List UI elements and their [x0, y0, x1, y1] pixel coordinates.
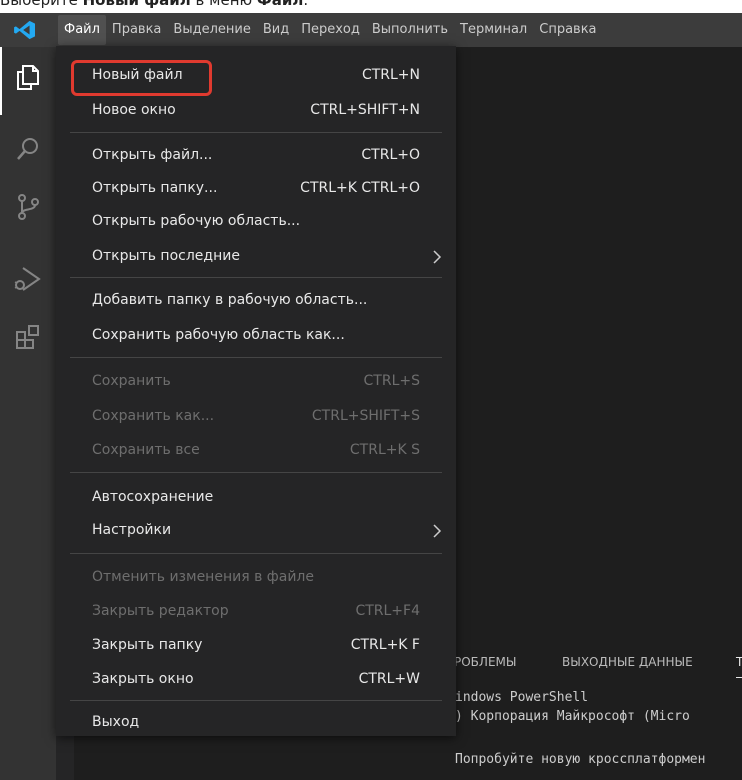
activity-bar	[0, 47, 56, 780]
menu-item-label: Добавить папку в рабочую область...	[92, 292, 368, 308]
menu-file[interactable]: Файл	[58, 15, 106, 45]
menu-item-save[interactable]: Сохранить CTRL+S	[56, 367, 456, 397]
active-view-indicator	[0, 47, 2, 115]
terminal-line-3: Попробуйте новую кроссплатформен	[455, 752, 706, 767]
tab-problems[interactable]: РОБЛЕМЫ	[454, 655, 516, 669]
menu-item-preferences[interactable]: Настройки	[56, 516, 456, 546]
menu-item-label: Открыть файл...	[92, 147, 213, 163]
menu-item-label: Настройки	[92, 522, 172, 538]
menu-item-label: Автосохранение	[92, 489, 214, 505]
menu-selection[interactable]: Выделение	[167, 15, 256, 45]
tab-output[interactable]: ВЫХОДНЫЕ ДАННЫЕ	[562, 655, 693, 669]
menu-separator	[70, 700, 442, 701]
menu-item-label: Открыть папку...	[92, 180, 218, 196]
menu-item-close-folder[interactable]: Закрыть папку CTRL+K F	[56, 631, 456, 661]
menu-view[interactable]: Вид	[257, 15, 295, 45]
explorer-icon[interactable]	[14, 63, 42, 91]
menu-separator	[70, 132, 442, 133]
menu-item-save-as[interactable]: Сохранить как... CTRL+SHIFT+S	[56, 402, 456, 432]
menu-item-label: Отменить изменения в файле	[92, 569, 314, 585]
menu-item-add-folder-to-workspace[interactable]: Добавить папку в рабочую область...	[56, 286, 456, 316]
chevron-right-icon	[433, 524, 442, 538]
terminal-line-1: indows PowerShell	[455, 690, 589, 705]
menu-run[interactable]: Выполнить	[366, 15, 454, 45]
menu-item-shortcut: CTRL+W	[358, 671, 420, 687]
panel-tabs: РОБЛЕМЫ ВЫХОДНЫЕ ДАННЫЕ Т	[454, 655, 742, 679]
vscode-logo-icon	[14, 20, 36, 40]
menu-item-label: Сохранить рабочую область как...	[92, 327, 345, 343]
menu-item-shortcut: CTRL+S	[363, 373, 420, 389]
caption-bold-file: Файл	[256, 0, 304, 9]
search-icon[interactable]	[14, 135, 42, 163]
menu-item-open-folder[interactable]: Открыть папку... CTRL+K CTRL+O	[56, 174, 456, 204]
caption-bold-new-file: Новый файл	[82, 0, 191, 9]
menu-item-shortcut: CTRL+F4	[355, 603, 420, 619]
menu-item-label: Закрыть редактор	[92, 603, 229, 619]
menu-item-shortcut: CTRL+O	[361, 147, 420, 163]
menu-item-label: Сохранить как...	[92, 408, 215, 424]
menu-item-shortcut: CTRL+N	[361, 67, 420, 83]
run-debug-icon[interactable]	[14, 265, 42, 293]
menu-item-shortcut: CTRL+K CTRL+O	[300, 180, 420, 196]
menu-item-label: Закрыть папку	[92, 637, 203, 653]
menu-bar: Файл Правка Выделение Вид Переход Выполн…	[58, 13, 603, 47]
menu-item-label: Сохранить все	[92, 442, 200, 458]
menu-separator	[70, 553, 442, 554]
menu-item-open-workspace[interactable]: Открыть рабочую область...	[56, 207, 456, 237]
menu-item-auto-save[interactable]: Автосохранение	[56, 483, 456, 513]
menu-item-save-workspace-as[interactable]: Сохранить рабочую область как...	[56, 321, 456, 351]
chevron-right-icon	[433, 250, 442, 264]
menu-item-open-recent[interactable]: Открыть последние	[56, 242, 456, 272]
menu-item-label: Выход	[92, 714, 140, 730]
menu-item-label: Открыть последние	[92, 248, 240, 264]
new-file-highlight-box	[71, 60, 212, 96]
menu-item-save-all[interactable]: Сохранить все CTRL+K S	[56, 436, 456, 466]
menu-item-exit[interactable]: Выход	[56, 708, 456, 738]
extensions-icon[interactable]	[14, 323, 42, 351]
menu-item-label: Открыть рабочую область...	[92, 213, 301, 229]
menu-item-label: Закрыть окно	[92, 671, 194, 687]
menu-separator	[70, 472, 442, 473]
menu-separator	[70, 277, 442, 278]
active-tab-underline	[736, 677, 742, 678]
menu-item-shortcut: CTRL+SHIFT+S	[311, 408, 420, 424]
menu-item-shortcut: CTRL+K F	[350, 637, 420, 653]
caption-prefix: Выберите	[0, 0, 83, 9]
menu-item-close-window[interactable]: Закрыть окно CTRL+W	[56, 665, 456, 695]
menu-item-new-window[interactable]: Новое окно CTRL+SHIFT+N	[56, 96, 456, 126]
source-control-icon[interactable]	[14, 193, 42, 221]
menu-edit[interactable]: Правка	[106, 15, 167, 45]
menu-item-shortcut: CTRL+SHIFT+N	[310, 102, 420, 118]
tab-terminal[interactable]: Т	[736, 655, 742, 669]
menu-item-open-file[interactable]: Открыть файл... CTRL+O	[56, 141, 456, 171]
menu-terminal[interactable]: Терминал	[454, 15, 533, 45]
menu-item-close-editor[interactable]: Закрыть редактор CTRL+F4	[56, 597, 456, 627]
menu-item-shortcut: CTRL+K S	[349, 442, 420, 458]
menu-help[interactable]: Справка	[533, 15, 602, 45]
caption-middle: в меню	[190, 0, 257, 9]
menu-item-label: Новое окно	[92, 102, 176, 118]
caption-suffix: .	[303, 0, 309, 9]
title-bar: Файл Правка Выделение Вид Переход Выполн…	[0, 13, 742, 47]
menu-item-revert-file[interactable]: Отменить изменения в файле	[56, 563, 456, 593]
file-menu-dropdown: Новый файл CTRL+N Новое окно CTRL+SHIFT+…	[56, 46, 456, 736]
menu-separator	[70, 357, 442, 358]
menu-item-label: Сохранить	[92, 373, 171, 389]
instruction-caption: Выберите Новый файл в меню Файл.	[0, 0, 742, 13]
menu-go[interactable]: Переход	[295, 15, 366, 45]
terminal-line-2: ) Корпорация Майкрософт (Micro	[455, 709, 690, 724]
